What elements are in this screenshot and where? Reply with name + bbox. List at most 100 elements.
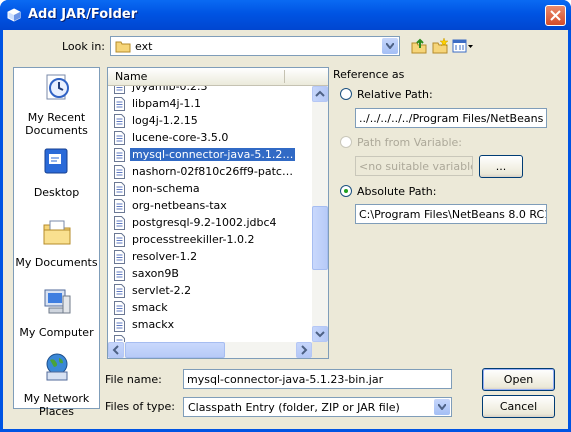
jar-file-icon <box>114 318 125 332</box>
chevron-down-icon <box>386 43 394 49</box>
file-row[interactable]: saxon9B <box>108 266 312 283</box>
title-bar[interactable]: Add JAR/Folder <box>0 0 571 30</box>
file-name: servlet-2.2 <box>132 284 192 297</box>
file-name: processtreekiller-1.0.2 <box>132 233 255 246</box>
place-my-recent-documents[interactable]: My Recent Documents <box>14 71 99 137</box>
jar-file-icon <box>114 335 125 342</box>
scroll-up-button[interactable] <box>312 86 328 102</box>
absolute-path-radio[interactable] <box>340 185 352 197</box>
file-row[interactable]: libpam4j-1.1 <box>108 96 312 113</box>
file-row[interactable]: smackx <box>108 317 312 334</box>
file-row[interactable]: nashorn-02f810c26ff9-patc… <box>108 164 312 181</box>
file-row[interactable]: ... <box>108 334 312 342</box>
chevron-down-icon <box>315 331 325 338</box>
look-in-value: ext <box>135 40 153 53</box>
file-row[interactable]: lucene-core-3.5.0 <box>108 130 312 147</box>
scroll-left-button[interactable] <box>108 342 124 358</box>
jar-file-icon <box>114 182 125 196</box>
file-name: jvyamlb-0.2.3 <box>132 86 208 93</box>
files-of-type-dropdown-button[interactable] <box>434 399 450 415</box>
place-label-line1: My Network <box>23 392 90 405</box>
file-name: smackx <box>132 318 175 331</box>
radio-selected-dot <box>344 189 348 193</box>
file-row[interactable]: log4j-1.2.15 <box>108 113 312 130</box>
name-column-header[interactable]: Name <box>108 68 328 86</box>
place-label-line1: My Computer <box>19 326 94 339</box>
horizontal-scrollbar[interactable] <box>108 342 312 358</box>
netbeans-cube-icon <box>7 8 21 22</box>
close-button[interactable] <box>545 5 566 26</box>
file-name-input[interactable]: mysql-connector-java-5.1.23-bin.jar <box>183 369 452 389</box>
relative-path-radio[interactable] <box>340 88 352 100</box>
file-name: smack <box>132 301 168 314</box>
places-bar: My RecentDocuments Desktop My Documents <box>13 67 100 418</box>
relative-path-label[interactable]: Relative Path: <box>357 88 433 101</box>
file-row[interactable]: mysql-connector-java-5.1.2… <box>108 147 312 164</box>
absolute-path-value: C:\Program Files\NetBeans 8.0 RC1\ide <box>359 208 546 221</box>
file-row[interactable]: processtreekiller-1.0.2 <box>108 232 312 249</box>
file-row[interactable]: resolver-1.2 <box>108 249 312 266</box>
jar-file-icon <box>114 148 125 162</box>
vertical-scrollbar[interactable] <box>312 86 328 342</box>
file-name: nashorn-02f810c26ff9-patc… <box>132 165 293 178</box>
browse-variable-button[interactable]: ... <box>479 155 523 178</box>
file-name-value: mysql-connector-java-5.1.23-bin.jar <box>187 373 384 386</box>
my-documents-icon <box>43 220 70 245</box>
look-in-label: Look in: <box>62 40 105 53</box>
window-title: Add JAR/Folder <box>28 7 138 22</box>
desktop-icon <box>44 148 67 174</box>
jar-file-icon <box>114 233 125 247</box>
scroll-right-button[interactable] <box>296 342 312 358</box>
files-of-type-combo[interactable]: Classpath Entry (folder, ZIP or JAR file… <box>183 397 452 417</box>
look-in-dropdown-button[interactable] <box>382 38 398 54</box>
place-my-network-places[interactable]: My Network Places <box>14 352 99 418</box>
file-row[interactable]: jvyamlb-0.2.3 <box>108 86 312 96</box>
dialog-window: Add JAR/Folder Look in: ext My Recent Do… <box>0 0 571 432</box>
vertical-scroll-thumb[interactable] <box>312 206 328 270</box>
look-in-combo[interactable]: ext <box>110 36 400 56</box>
jar-file-icon <box>114 216 125 230</box>
chevron-left-icon <box>112 345 119 355</box>
files-of-type-label: Files of type: <box>105 400 176 413</box>
place-desktop[interactable]: Desktop <box>14 146 99 199</box>
jar-file-icon <box>114 199 125 213</box>
my-computer-icon <box>44 289 70 314</box>
place-my-computer[interactable]: My Computer <box>14 286 99 339</box>
jar-file-icon <box>114 86 125 94</box>
file-name: resolver-1.2 <box>132 250 198 263</box>
jar-file-icon <box>114 284 125 298</box>
place-my-documents[interactable]: My Documents <box>14 216 99 269</box>
browse-variable-label: ... <box>495 160 507 173</box>
scroll-down-button[interactable] <box>312 326 328 342</box>
file-row[interactable]: org-netbeans-tax <box>108 198 312 215</box>
file-name: mysql-connector-java-5.1.2… <box>128 147 297 162</box>
horizontal-scroll-thumb[interactable] <box>125 342 225 358</box>
file-name: log4j-1.2.15 <box>132 114 198 127</box>
chevron-up-icon <box>315 90 325 97</box>
file-name: org-netbeans-tax <box>132 199 227 212</box>
file-name: lucene-core-3.5.0 <box>132 131 229 144</box>
new-folder-icon[interactable] <box>432 38 448 54</box>
absolute-path-field[interactable]: C:\Program Files\NetBeans 8.0 RC1\ide <box>355 204 547 224</box>
open-button[interactable]: Open <box>482 368 555 391</box>
relative-path-value: ../../../../../Program Files/NetBeans 8.… <box>359 112 547 125</box>
file-row[interactable]: smack <box>108 300 312 317</box>
close-icon <box>550 10 561 21</box>
folder-icon <box>115 41 131 53</box>
file-row[interactable]: servlet-2.2 <box>108 283 312 300</box>
jar-file-icon <box>114 267 125 281</box>
up-one-level-icon[interactable] <box>411 38 427 54</box>
absolute-path-label[interactable]: Absolute Path: <box>357 185 436 198</box>
file-rows: jvyamlb-0.2.3 libpam4j-1.1 log4j-1.2.15 luc… <box>108 86 312 342</box>
file-row[interactable]: non-schema <box>108 181 312 198</box>
relative-path-field[interactable]: ../../../../../Program Files/NetBeans 8.… <box>355 108 547 128</box>
file-list[interactable]: Name jvyamlb-0.2.3 libpam4j-1.1 log4j-1.2.… <box>107 67 329 359</box>
file-row[interactable]: postgresql-9.2-1002.jdbc4 <box>108 215 312 232</box>
view-menu-icon[interactable] <box>452 38 474 54</box>
cancel-button[interactable]: Cancel <box>482 395 555 418</box>
place-label-line1: My Documents <box>15 256 98 269</box>
reference-as-label: Reference as <box>333 68 405 81</box>
path-from-variable-radio <box>340 136 352 148</box>
column-divider[interactable] <box>284 70 285 83</box>
chevron-down-icon <box>438 404 446 410</box>
